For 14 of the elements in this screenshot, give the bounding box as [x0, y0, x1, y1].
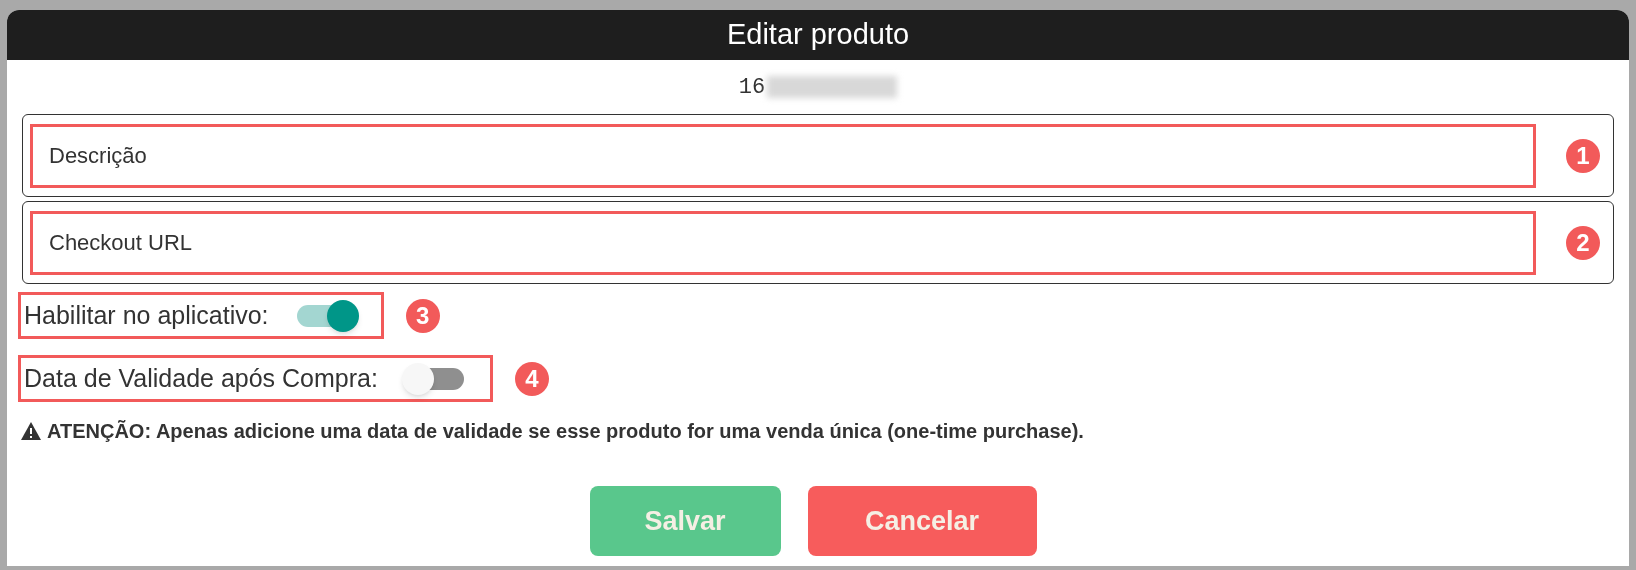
warning-text: ATENÇÃO: Apenas adicione uma data de validade se esse produto for uma venda única (one-time purchase).: [47, 419, 1084, 444]
product-id: 16: [738, 73, 766, 102]
dialog-title: Editar produto: [726, 17, 910, 53]
toggle-label: Habilitar no aplicativo:: [24, 299, 269, 331]
input-field[interactable]: Checkout URL: [30, 210, 1536, 275]
callout-number: 3: [405, 298, 440, 333]
callout-number: 1: [1566, 138, 1600, 173]
toggle-label: Data de Validade após Compra:: [24, 362, 378, 394]
callout-number: 2: [1566, 225, 1600, 260]
input-field[interactable]: Descrição: [30, 123, 1536, 188]
warning-icon: [21, 422, 41, 440]
cancel-button[interactable]: Cancelar: [807, 486, 1037, 556]
callout-number: 4: [514, 361, 549, 396]
save-button[interactable]: Salvar: [589, 486, 781, 556]
